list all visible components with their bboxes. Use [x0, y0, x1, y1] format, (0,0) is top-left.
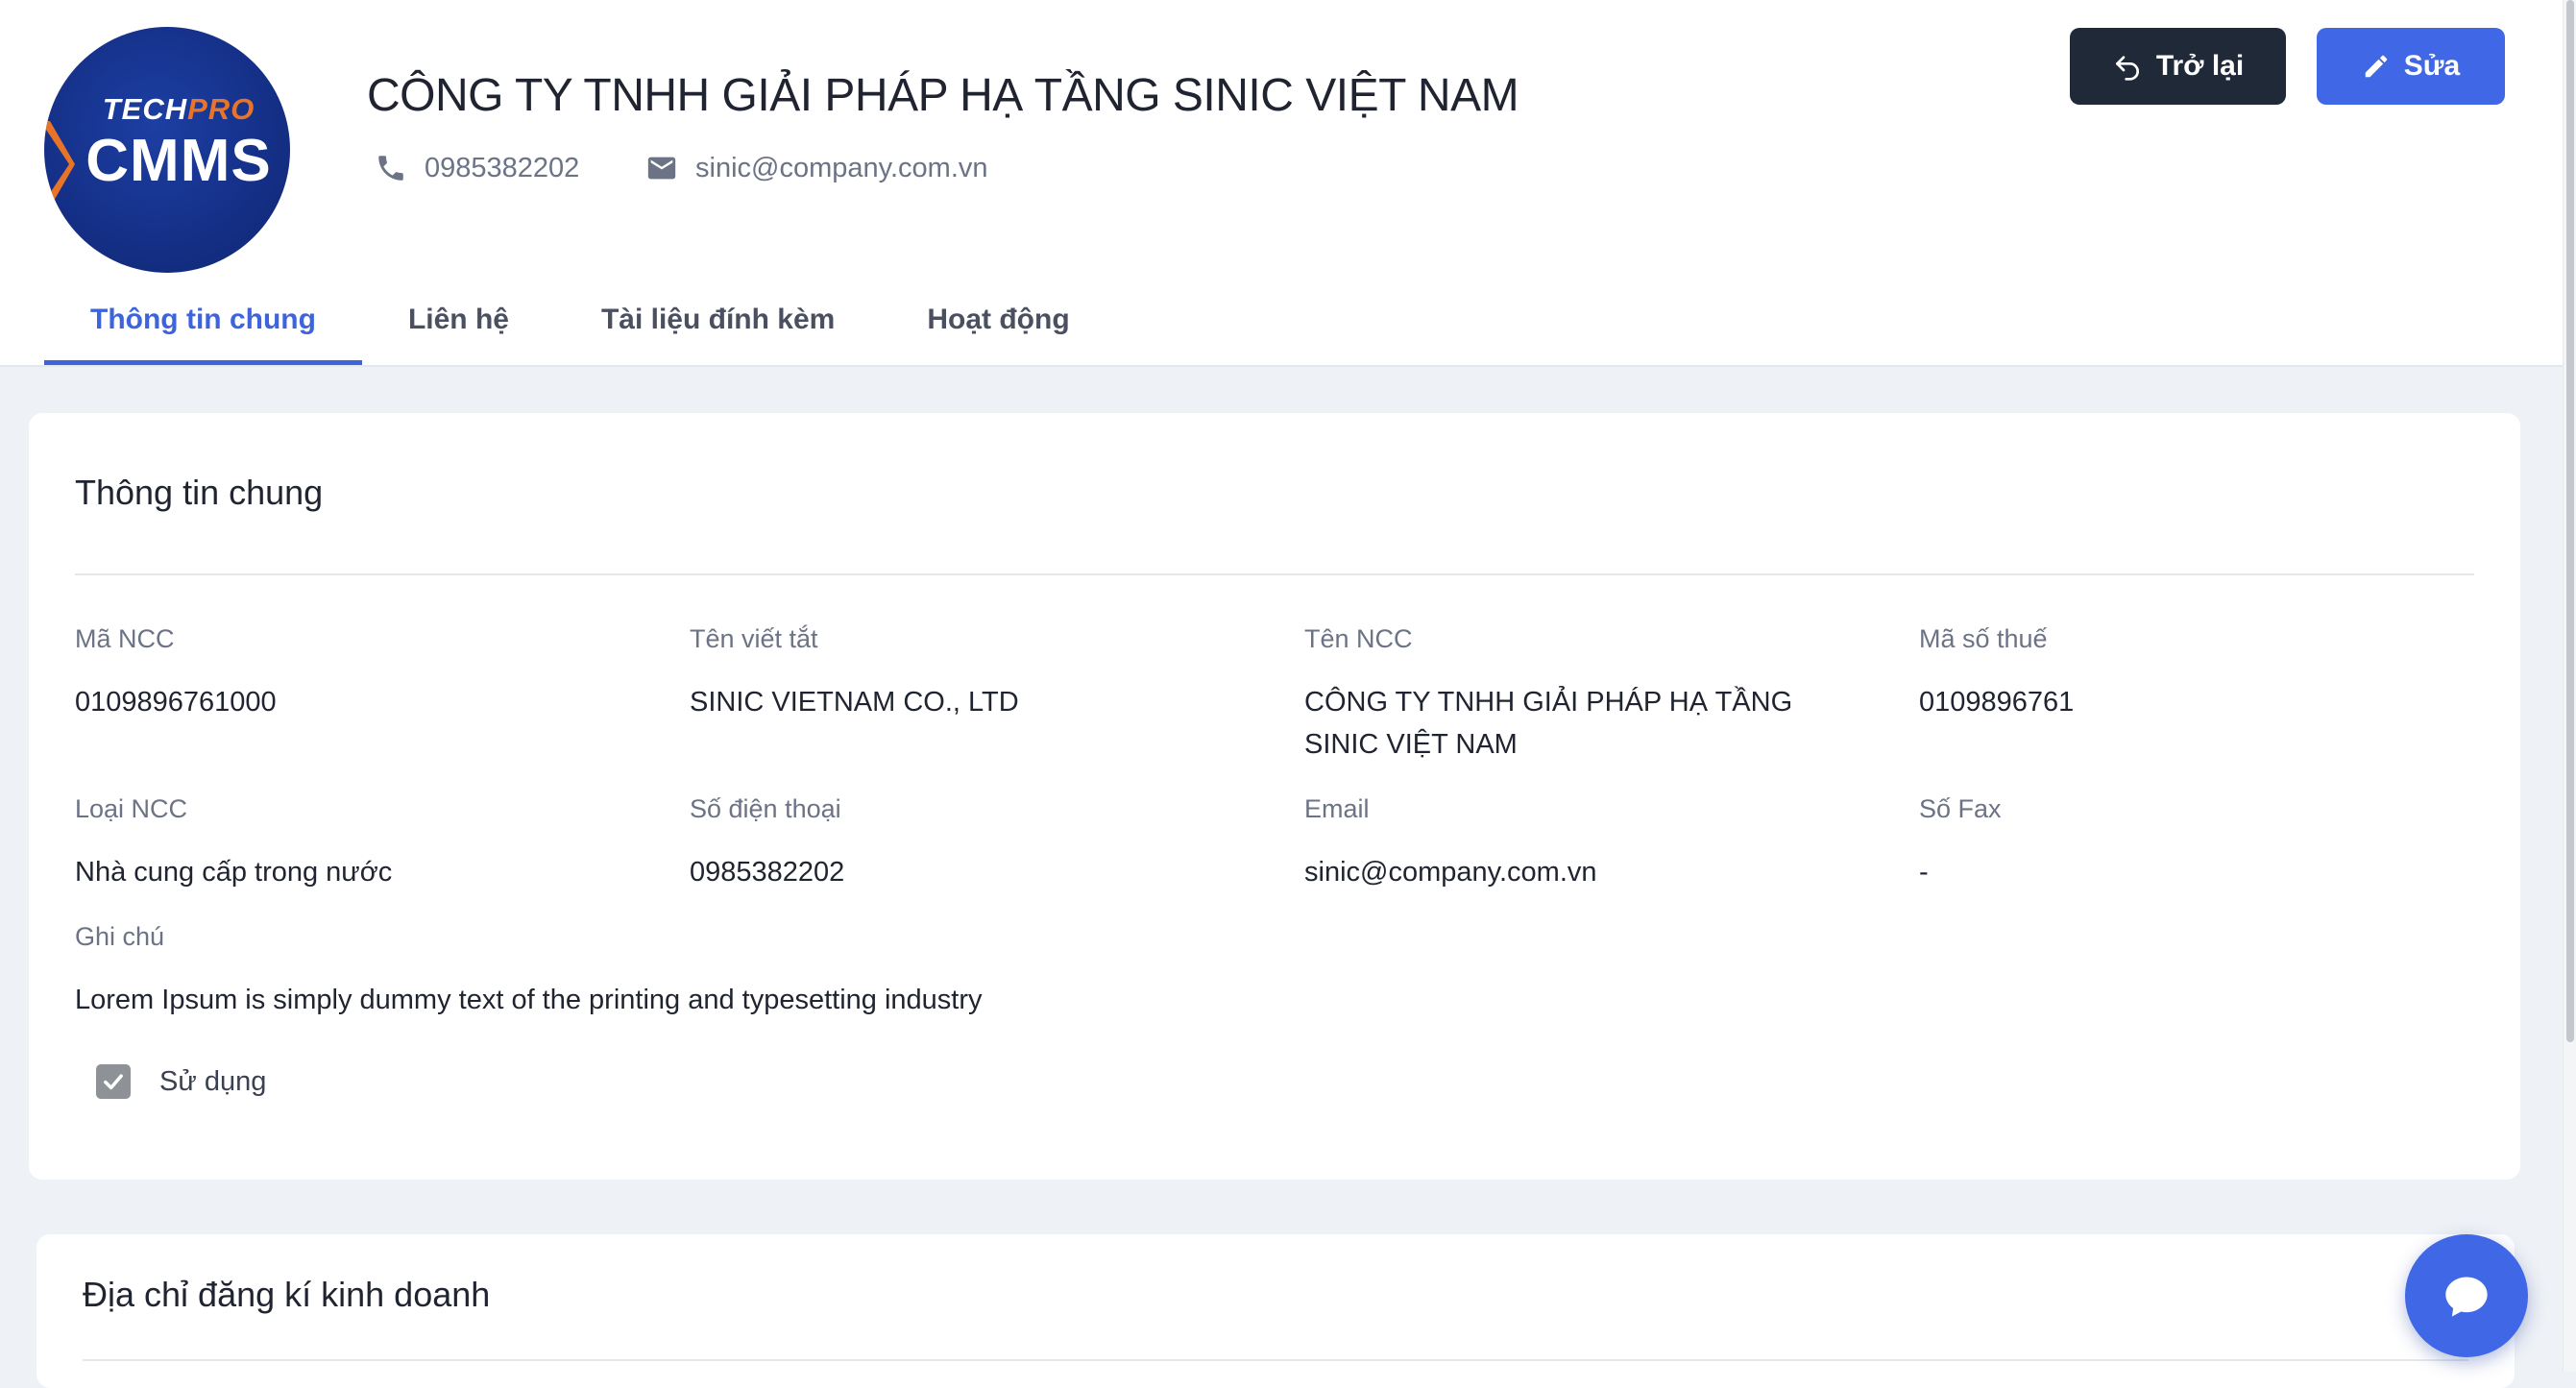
- tab-contacts[interactable]: Liên hệ: [362, 286, 555, 365]
- in-use-checkbox-row: Sử dụng: [96, 1064, 266, 1099]
- back-button-label: Trở lại: [2155, 50, 2245, 82]
- field-email: Email sinic@company.com.vn: [1304, 794, 1871, 893]
- tab-activity[interactable]: Hoạt động: [881, 286, 1115, 365]
- field-supplier-name: Tên NCC CÔNG TY TNHH GIẢI PHÁP HẠ TẦNG S…: [1304, 624, 1871, 766]
- header-email: sinic@company.com.vn: [645, 152, 988, 184]
- business-address-card: Địa chỉ đăng kí kinh doanh: [36, 1234, 2515, 1388]
- logo-text-top: TECHPRO: [102, 92, 255, 126]
- field-tax-code: Mã số thuế 0109896761: [1919, 624, 2486, 723]
- field-value: Nhà cung cấp trong nước: [75, 857, 393, 888]
- chat-button[interactable]: [2405, 1234, 2528, 1357]
- edit-button[interactable]: Sửa: [2317, 28, 2505, 105]
- page-header: TECHPRO CMMS CÔNG TY TNHH GIẢI PHÁP HẠ T…: [0, 0, 2563, 367]
- tab-attachments[interactable]: Tài liệu đính kèm: [555, 286, 881, 365]
- field-label: Số Fax: [1919, 794, 2002, 823]
- page-scrollbar[interactable]: [2563, 0, 2576, 1372]
- general-info-card: Thông tin chung Mã NCC 0109896761000 Tên…: [29, 413, 2520, 1180]
- field-phone: Số điện thoại 0985382202: [690, 794, 1256, 893]
- section-divider: [83, 1359, 2468, 1361]
- field-label: Tên viết tắt: [690, 624, 818, 653]
- field-value: 0985382202: [690, 857, 845, 888]
- field-value: CÔNG TY TNHH GIẢI PHÁP HẠ TẦNG SINIC VIỆ…: [1304, 687, 1793, 760]
- field-label: Số điện thoại: [690, 794, 841, 823]
- chat-icon: [2445, 1277, 2488, 1317]
- check-icon: [104, 1074, 123, 1090]
- field-value: SINIC VIETNAM CO., LTD: [690, 687, 1019, 718]
- field-value: 0109896761: [1919, 687, 2075, 718]
- section-title: Thông tin chung: [75, 473, 324, 512]
- field-supplier-type: Loại NCC Nhà cung cấp trong nước: [75, 794, 642, 893]
- field-label: Mã số thuế: [1919, 624, 2048, 653]
- field-short-name: Tên viết tắt SINIC VIETNAM CO., LTD: [690, 624, 1256, 723]
- field-label: Tên NCC: [1304, 624, 1413, 653]
- pencil-icon: [2365, 55, 2388, 78]
- field-label: Ghi chú: [75, 922, 165, 951]
- field-supplier-code: Mã NCC 0109896761000: [75, 624, 642, 723]
- field-label: Email: [1304, 794, 1370, 823]
- field-value: Lorem Ipsum is simply dummy text of the …: [75, 985, 983, 1015]
- mail-icon: [647, 157, 676, 180]
- company-logo: TECHPRO CMMS: [44, 27, 290, 273]
- back-button[interactable]: Trở lại: [2070, 28, 2286, 105]
- section-title: Địa chỉ đăng kí kinh doanh: [83, 1275, 491, 1314]
- field-value: 0109896761000: [75, 687, 277, 718]
- field-label: Mã NCC: [75, 624, 175, 653]
- logo-text-main: CMMS: [85, 128, 272, 194]
- section-divider: [75, 573, 2474, 575]
- edit-button-label: Sửa: [2403, 50, 2461, 82]
- undo-icon: [2115, 56, 2139, 81]
- in-use-checkbox[interactable]: [96, 1064, 131, 1099]
- header-email-text: sinic@company.com.vn: [695, 152, 988, 183]
- field-note: Ghi chú Lorem Ipsum is simply dummy text…: [75, 922, 1804, 1021]
- field-label: Loại NCC: [75, 794, 188, 823]
- field-value: -: [1919, 857, 1929, 888]
- logo-chevron-icon: [44, 121, 75, 207]
- field-value: sinic@company.com.vn: [1304, 857, 1597, 888]
- header-phone-text: 0985382202: [425, 152, 580, 183]
- in-use-label: Sử dụng: [159, 1065, 267, 1097]
- header-phone: 0985382202: [375, 152, 579, 184]
- tab-bar: Thông tin chung Liên hệ Tài liệu đính kè…: [44, 286, 1116, 365]
- phone-icon: [378, 156, 403, 181]
- page-title: CÔNG TY TNHH GIẢI PHÁP HẠ TẦNG SINIC VIỆ…: [367, 70, 1519, 121]
- field-fax: Số Fax -: [1919, 794, 2486, 893]
- tab-general-info[interactable]: Thông tin chung: [44, 286, 362, 365]
- scrollbar-thumb[interactable]: [2566, 0, 2574, 1042]
